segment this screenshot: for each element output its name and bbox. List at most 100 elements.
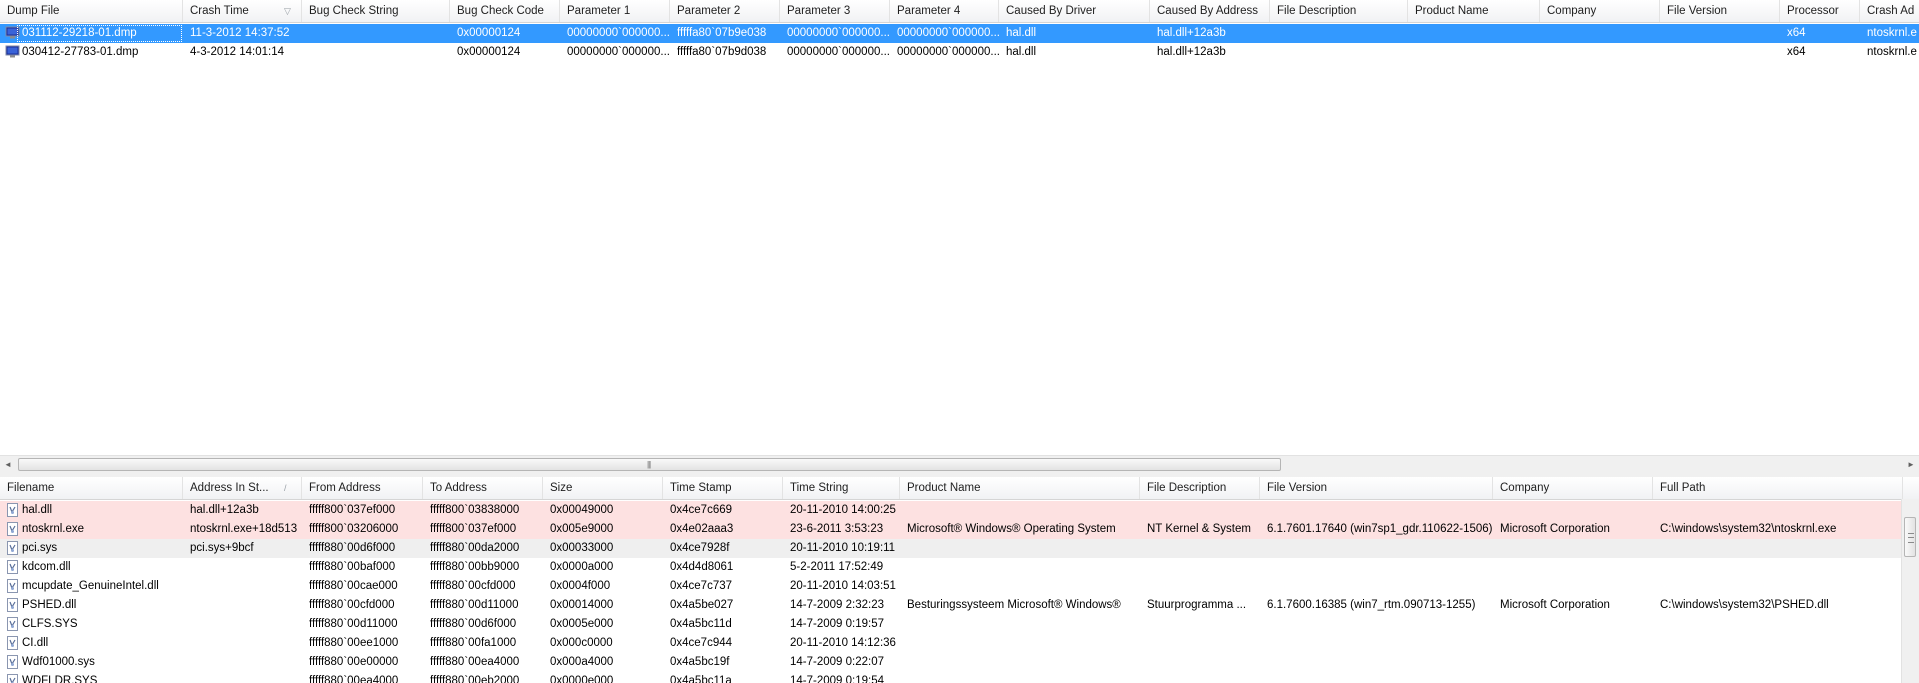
driver-cell-4: 0x000a4000 <box>550 656 614 668</box>
dump-cell-14: x64 <box>1787 27 1806 39</box>
driver-cell-11: C:\windows\system32\PSHED.dll <box>1660 599 1829 611</box>
driver-cell-5: 0x4a5bc11a <box>670 675 732 683</box>
driver-column-header[interactable]: File Version <box>1260 477 1493 499</box>
driver-cell-0: PSHED.dll <box>22 599 77 611</box>
dump-cell-11 <box>1408 43 1540 62</box>
dump-column-header[interactable]: Company <box>1540 0 1660 22</box>
driver-row[interactable]: hal.dll hal.dll+12a3b fffff800`037ef000 fff… <box>0 501 1919 520</box>
driver-cell-6: 20-11-2010 10:19:11 <box>790 542 896 554</box>
driver-cell-6: 5-2-2011 17:52:49 <box>790 561 884 573</box>
dump-cell-12 <box>1540 24 1660 43</box>
driver-row[interactable]: mcupdate_GenuineIntel.dll fffff880`00cae0… <box>0 577 1919 596</box>
driver-cell-4: 0x00033000 <box>550 542 614 554</box>
driver-column-header[interactable]: Product Name <box>900 477 1140 499</box>
driver-column-header[interactable]: Company <box>1493 477 1653 499</box>
crash-dump-list[interactable]: Dump File Crash Time Bug Check String Bug C… <box>0 0 1919 455</box>
driver-cell-2: fffff800`03206000 <box>309 523 399 535</box>
driver-cell-5: 0x4a5be027 <box>670 599 734 611</box>
sort-indicator-icon: ▽ <box>284 6 291 16</box>
driver-cell-1 <box>183 634 302 653</box>
driver-row[interactable]: kdcom.dll fffff880`00baf000 fffff880`00bb9… <box>0 558 1919 577</box>
driver-cell-8 <box>1140 653 1260 672</box>
driver-column-header[interactable]: Full Path <box>1653 477 1903 499</box>
driver-cell-7: Besturingssysteem Microsoft® Windows® <box>907 599 1121 611</box>
driver-cell-11 <box>1653 558 1903 577</box>
driver-column-header[interactable]: Time String <box>783 477 900 499</box>
dump-cell-8: hal.dll <box>1006 46 1037 58</box>
driver-cell-8: Stuurprogramma ... <box>1147 599 1247 611</box>
dump-column-header[interactable]: File Description <box>1270 0 1408 22</box>
driver-cell-0: CI.dll <box>22 637 49 649</box>
driver-cell-4: 0x00049000 <box>550 504 614 516</box>
dump-cell-9: hal.dll+12a3b <box>1157 46 1226 58</box>
driver-row[interactable]: PSHED.dll fffff880`00cfd000 fffff880`00d11… <box>0 596 1919 615</box>
driver-cell-4: 0x0005e000 <box>550 618 614 630</box>
dump-row[interactable]: 030412-27783-01.dmp 4-3-2012 14:01:14 0x00… <box>0 43 1919 62</box>
driver-row[interactable]: pci.sys pci.sys+9bcf fffff880`00d6f000 ffff… <box>0 539 1919 558</box>
driver-column-header[interactable]: Filename <box>0 477 183 499</box>
dump-column-header[interactable]: Caused By Driver <box>999 0 1150 22</box>
dump-column-header[interactable]: Caused By Address <box>1150 0 1270 22</box>
dump-column-header[interactable]: File Version <box>1660 0 1780 22</box>
vertical-scrollbar[interactable] <box>1901 499 1919 683</box>
driver-cell-11 <box>1653 577 1903 596</box>
dump-cell-0: 031112-29218-01.dmp <box>16 24 183 43</box>
dump-column-header[interactable]: Processor <box>1780 0 1860 22</box>
driver-cell-9 <box>1260 653 1493 672</box>
driver-cell-8 <box>1140 539 1260 558</box>
driver-cell-5: 0x4a5bc11d <box>670 618 732 630</box>
vertical-scroll-thumb[interactable] <box>1904 517 1916 557</box>
dump-column-header[interactable]: Parameter 3 <box>780 0 890 22</box>
driver-cell-3: fffff800`037ef000 <box>430 523 517 535</box>
dump-column-header[interactable]: Product Name <box>1408 0 1540 22</box>
scroll-grip-icon: ||| <box>647 460 651 469</box>
dump-cell-4: 00000000`000000... <box>567 46 670 58</box>
driver-cell-1 <box>183 672 302 683</box>
driver-cell-2: fffff880`00d11000 <box>309 618 398 630</box>
horizontal-scroll-thumb[interactable]: ||| <box>18 458 1281 471</box>
driver-cell-10 <box>1493 577 1653 596</box>
dump-cell-6: 00000000`000000... <box>787 27 890 39</box>
dump-column-header[interactable]: Crash Ad <box>1860 0 1919 22</box>
scroll-right-arrow-icon[interactable]: ► <box>1903 456 1919 474</box>
driver-cell-9 <box>1260 634 1493 653</box>
driver-row[interactable]: CLFS.SYS fffff880`00d11000 fffff880`00d6f0… <box>0 615 1919 634</box>
dump-column-header[interactable]: Parameter 1 <box>560 0 670 22</box>
driver-column-header[interactable]: Time Stamp <box>663 477 783 499</box>
driver-cell-1: pci.sys+9bcf <box>190 542 254 554</box>
driver-cell-2: fffff880`00cae000 <box>309 580 398 592</box>
dump-cell-15: ntoskrnl.e <box>1867 46 1917 58</box>
driver-list[interactable]: Filename Address In St... From Address To A… <box>0 477 1919 683</box>
driver-cell-3: fffff880`00d11000 <box>430 599 519 611</box>
driver-cell-10 <box>1493 634 1653 653</box>
driver-cell-2: fffff880`00d6f000 <box>309 542 396 554</box>
scroll-left-arrow-icon[interactable]: ◄ <box>0 456 16 474</box>
dump-column-header[interactable]: Parameter 4 <box>890 0 999 22</box>
dump-cell-0: 030412-27783-01.dmp <box>22 46 139 58</box>
driver-column-header[interactable]: File Description <box>1140 477 1260 499</box>
driver-cell-8: NT Kernel & System <box>1147 523 1251 535</box>
driver-row[interactable]: ntoskrnl.exe ntoskrnl.exe+18d513 fffff800`… <box>0 520 1919 539</box>
driver-cell-9 <box>1260 615 1493 634</box>
dump-column-header[interactable]: Bug Check String <box>302 0 450 22</box>
driver-cell-7 <box>900 615 1140 634</box>
dump-column-header[interactable]: Bug Check Code <box>450 0 560 22</box>
driver-row[interactable]: CI.dll fffff880`00ee1000 fffff880`00fa1000… <box>0 634 1919 653</box>
dump-cell-15: ntoskrnl.e <box>1867 27 1917 39</box>
driver-cell-6: 20-11-2010 14:00:25 <box>790 504 896 516</box>
driver-cell-6: 20-11-2010 14:03:51 <box>790 580 896 592</box>
driver-row[interactable]: WDFLDR.SYS fffff880`00ea4000 fffff880`00eb… <box>0 672 1919 683</box>
driver-cell-10 <box>1493 501 1653 520</box>
dump-column-header[interactable]: Parameter 2 <box>670 0 780 22</box>
horizontal-scrollbar[interactable]: ◄ ||| ► <box>0 455 1919 475</box>
dump-column-header[interactable]: Dump File <box>0 0 183 22</box>
dump-row[interactable]: 031112-29218-01.dmp 11-3-2012 14:37:52 0x0… <box>0 24 1919 43</box>
driver-row[interactable]: Wdf01000.sys fffff880`00e00000 fffff880`00… <box>0 653 1919 672</box>
driver-column-header[interactable]: To Address <box>423 477 543 499</box>
driver-cell-9 <box>1260 539 1493 558</box>
driver-column-header[interactable]: Size <box>543 477 663 499</box>
driver-cell-6: 14-7-2009 0:22:07 <box>790 656 884 668</box>
dump-cell-12 <box>1540 43 1660 62</box>
dump-cell-10 <box>1270 43 1408 62</box>
driver-column-header[interactable]: From Address <box>302 477 423 499</box>
